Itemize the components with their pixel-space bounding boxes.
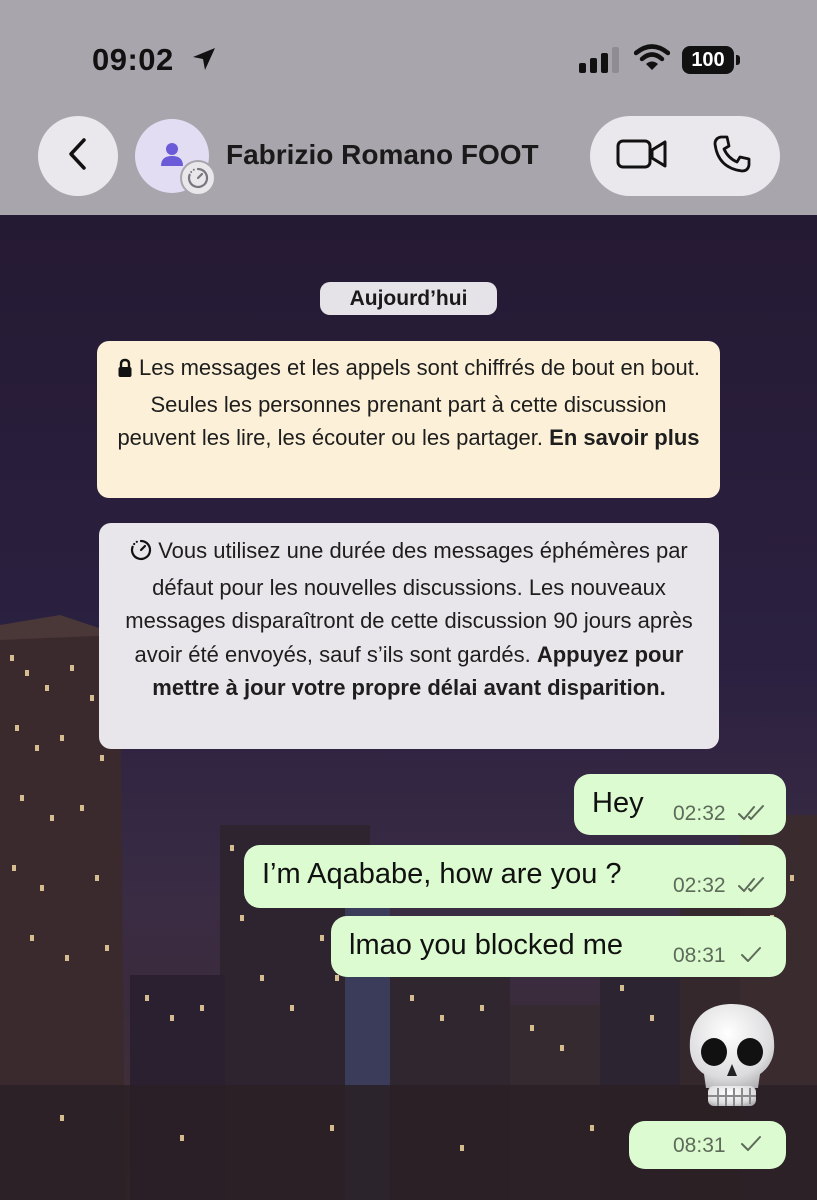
learn-more-link[interactable]: En savoir plus [549,425,699,450]
voice-call-button[interactable] [710,134,754,178]
phone-icon [712,134,752,179]
message-text: lmao you blocked me [349,929,624,961]
call-actions [590,116,780,196]
battery-tip [736,55,740,65]
message-text: Hey [592,787,644,819]
outgoing-message[interactable]: lmao you blocked me 08:31 [331,916,786,977]
skull-emoji-message[interactable] [684,1000,780,1112]
video-call-button[interactable] [615,136,669,176]
disappearing-messages-notice[interactable]: Vous utilisez une durée des messages éph… [99,523,719,749]
date-separator: Aujourd’hui [320,282,497,315]
disappearing-timer-icon [180,160,216,196]
location-arrow-icon [191,46,217,77]
battery-indicator: 100 [682,46,740,74]
status-bar-time: 09:02 [92,42,174,77]
chat-header: 09:02 100 Fabrizio Romano FOOT [0,0,817,215]
outgoing-message-status[interactable]: 08:31 [629,1121,786,1169]
cellular-signal-icon [579,47,621,78]
timer-icon [130,537,152,571]
single-check-icon [739,946,763,969]
double-check-icon [738,876,768,899]
outgoing-message[interactable]: I’m Aqababe, how are you ? 02:32 [244,845,786,908]
message-time: 02:32 [673,874,726,897]
battery-level: 100 [682,46,734,74]
chevron-left-icon [64,136,92,177]
single-check-icon [739,1135,763,1158]
contact-name[interactable]: Fabrizio Romano FOOT [226,139,539,171]
message-time: 02:32 [673,802,726,825]
message-text: I’m Aqababe, how are you ? [262,858,622,890]
back-button[interactable] [38,116,118,196]
encryption-notice[interactable]: Les messages et les appels sont chiffrés… [97,341,720,498]
lock-icon [117,354,133,388]
outgoing-message[interactable]: Hey 02:32 [574,774,786,835]
skull-icon [689,1004,775,1106]
message-time: 08:31 [673,944,726,967]
message-time: 08:31 [673,1134,726,1157]
video-camera-icon [616,137,668,176]
double-check-icon [738,804,768,827]
wifi-icon [633,44,671,77]
